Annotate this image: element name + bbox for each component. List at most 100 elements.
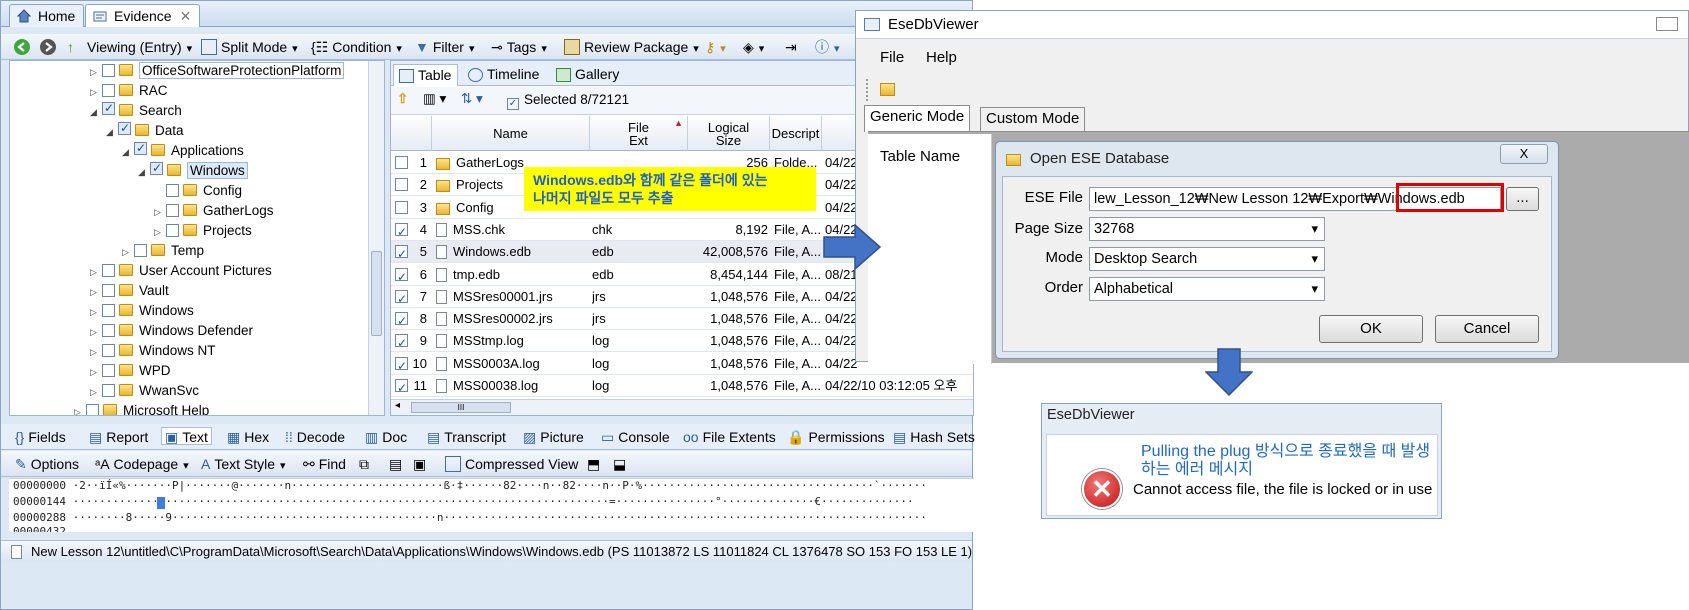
tree-node[interactable]: ▷ Windows Defender	[90, 321, 253, 341]
export-page-icon[interactable]: ⬒	[587, 455, 600, 473]
bottom-tab-doc[interactable]: ▥ Doc	[365, 428, 407, 446]
info-icon[interactable]: ⓘ	[815, 38, 840, 56]
bottom-tab-report[interactable]: ▤ Report	[89, 428, 148, 446]
menu-file[interactable]: File	[880, 49, 904, 66]
tree-node[interactable]: Config	[154, 181, 242, 201]
bottom-tab-text[interactable]: ▣ Text	[161, 427, 212, 445]
close-tab-icon[interactable]: ✕	[180, 8, 192, 24]
tree-node-selected[interactable]: ◢Windows	[138, 161, 248, 181]
save-icon[interactable]: ▣	[413, 455, 426, 473]
up-arrow-icon[interactable]: ↑	[67, 38, 74, 56]
sort-icon[interactable]: ⇅ ▾	[461, 91, 483, 107]
review-package-dropdown[interactable]: Review Package	[564, 38, 699, 56]
row-checkbox[interactable]	[395, 310, 408, 332]
header-logical-size[interactable]: Logical Size	[688, 116, 770, 151]
page-icon[interactable]: ▤	[389, 455, 402, 473]
tree-node[interactable]: ◢Applications	[122, 141, 244, 161]
cell-ext: log	[592, 330, 686, 352]
columns-icon[interactable]: ▥ ▾	[423, 91, 446, 107]
tree-node[interactable]: ▷ Vault	[90, 281, 169, 301]
export-icon[interactable]: ⇥	[785, 38, 797, 56]
tree-node[interactable]: ▷ Microsoft Help	[74, 401, 209, 415]
viewing-dropdown[interactable]: Viewing (Entry)	[87, 38, 192, 56]
import-page-icon[interactable]: ⬓	[613, 455, 626, 473]
tab-timeline[interactable]: Timeline	[463, 64, 545, 86]
tree-node[interactable]: ▷ Projects	[154, 221, 252, 241]
row-checkbox[interactable]	[395, 377, 408, 399]
tree-node[interactable]: ▷ Temp	[122, 241, 204, 261]
row-checkbox[interactable]	[395, 200, 408, 214]
browse-button[interactable]: ...	[1506, 187, 1539, 211]
hex-view[interactable]: 00000000 ·2··ïÍ«%·······P|·······@······…	[9, 478, 974, 532]
tree-node[interactable]: ▷ RAC	[90, 81, 168, 101]
tab-gallery[interactable]: Gallery	[551, 64, 625, 86]
tree-node[interactable]: ▷ OfficeSoftwareProtectionPlatform	[90, 61, 345, 81]
table-hscrollbar[interactable]: ◂ III	[391, 399, 973, 415]
tree-node[interactable]: ▷ Windows	[90, 301, 194, 321]
table-row[interactable]: 11 MSS00038.log log 1,048,576 File, A... 04/2…	[391, 375, 973, 399]
forward-icon[interactable]	[39, 38, 57, 56]
tree-scrollbar[interactable]	[368, 61, 384, 415]
table-list[interactable]: Table Name	[868, 134, 992, 364]
tree-node[interactable]: ▷ User Account Pictures	[90, 261, 272, 281]
row-checkbox[interactable]	[395, 266, 408, 288]
eraser-icon[interactable]: ◈	[743, 38, 764, 56]
order-select[interactable]: Alphabetical	[1089, 277, 1325, 301]
tab-evidence[interactable]: Evidence ✕	[85, 4, 201, 27]
tree-node[interactable]: ◢Data	[106, 121, 184, 141]
tab-home[interactable]: Home	[9, 4, 85, 27]
tree-node[interactable]: ▷ Windows NT	[90, 341, 216, 361]
bottom-tab-picture[interactable]: ▨ Picture	[523, 428, 584, 446]
tree-node[interactable]: ▷ WPD	[90, 361, 171, 381]
open-folder-icon[interactable]	[880, 83, 895, 96]
up-folder-icon[interactable]: ⇧	[397, 91, 408, 107]
bottom-tab-permissions[interactable]: 🔒 Permissions	[787, 428, 885, 446]
bottom-tab-hash-sets[interactable]: ▤ Hash Sets	[893, 428, 975, 446]
row-checkbox[interactable]	[395, 221, 408, 243]
page-size-select[interactable]: 32768	[1089, 217, 1325, 241]
tab-custom-mode[interactable]: Custom Mode	[980, 107, 1086, 131]
compressed-view-button[interactable]: Compressed View	[445, 455, 578, 473]
split-mode-dropdown[interactable]: Split Mode	[201, 38, 298, 56]
row-checkbox[interactable]	[395, 355, 408, 377]
minimize-button[interactable]	[1656, 17, 1678, 31]
mode-select[interactable]: Desktop Search	[1089, 247, 1325, 271]
tree-scroll-thumb[interactable]	[371, 251, 382, 336]
row-checkbox[interactable]	[395, 156, 408, 169]
tree-node[interactable]: ▷ GatherLogs	[154, 201, 274, 221]
tree-node[interactable]: ◢Search	[90, 101, 182, 121]
text-style-dropdown[interactable]: A Text Style	[201, 455, 286, 473]
tab-generic-mode[interactable]: Generic Mode	[864, 105, 971, 132]
header-description[interactable]: Descript	[770, 116, 822, 151]
codepage-dropdown[interactable]: ᵃA Codepage	[95, 455, 189, 473]
header-name[interactable]: Name	[432, 116, 590, 151]
row-checkbox[interactable]	[395, 178, 408, 192]
bottom-tab-fields[interactable]: {} Fields	[15, 428, 66, 446]
scroll-left-icon[interactable]: ◂	[395, 400, 400, 411]
options-button[interactable]: ✎ Options	[15, 455, 79, 473]
bottom-tab-file-extents[interactable]: oo File Extents	[683, 428, 776, 446]
tab-table[interactable]: Table	[393, 64, 459, 86]
bottom-tab-hex[interactable]: ▦ Hex	[227, 428, 269, 446]
row-checkbox[interactable]	[395, 332, 408, 354]
row-checkbox[interactable]	[395, 288, 408, 310]
filter-dropdown[interactable]: ▼ Filter	[415, 38, 475, 56]
key-icon[interactable]: ⚷	[705, 38, 726, 56]
dialog-close-button[interactable]: X	[1500, 144, 1548, 164]
find-button[interactable]: ⚯ Find	[303, 455, 346, 473]
cancel-button[interactable]: Cancel	[1435, 315, 1539, 343]
bottom-tab-decode[interactable]: ⁞⁞ Decode	[285, 428, 345, 446]
bottom-tab-transcript[interactable]: ▤ Transcript	[427, 428, 506, 446]
row-checkbox[interactable]	[395, 243, 408, 265]
tree-node[interactable]: ▷ WwanSvc	[90, 381, 199, 401]
menu-help[interactable]: Help	[926, 49, 957, 66]
header-select[interactable]	[391, 116, 432, 151]
copy-icon[interactable]: ⧉	[359, 455, 369, 473]
bottom-tab-console[interactable]: ▭ Console	[601, 428, 670, 446]
tags-dropdown[interactable]: ⊸ Tags	[491, 38, 547, 56]
condition-dropdown[interactable]: {☷ Condition	[311, 38, 402, 56]
table-scroll-thumb[interactable]: III	[411, 402, 511, 413]
header-file-ext[interactable]: File Ext ▲	[590, 116, 688, 151]
back-icon[interactable]	[13, 38, 31, 56]
ok-button[interactable]: OK	[1319, 315, 1423, 343]
